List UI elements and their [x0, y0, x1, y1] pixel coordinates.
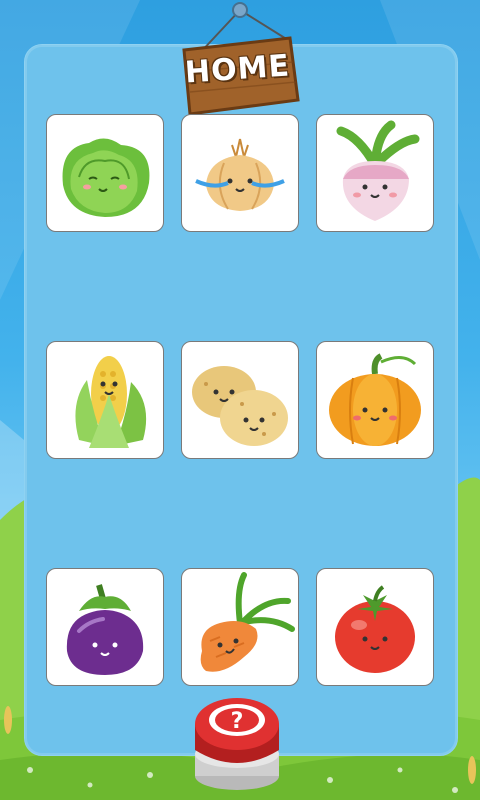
tomato-icon — [335, 585, 415, 673]
onion-icon — [195, 138, 285, 211]
cabbage-icon — [62, 138, 150, 217]
eggplant-icon — [66, 584, 144, 675]
card-eggplant[interactable] — [46, 568, 164, 686]
card-pumpkin[interactable] — [316, 341, 434, 459]
background-scene: HOME ? — [0, 0, 480, 800]
carrot-icon — [200, 572, 295, 672]
card-corn[interactable] — [46, 341, 164, 459]
turnip-icon — [336, 120, 420, 221]
card-potato[interactable] — [181, 341, 299, 459]
card-onion[interactable] — [181, 114, 299, 232]
home-title: HOME — [183, 48, 292, 91]
card-turnip[interactable] — [316, 114, 434, 232]
help-button[interactable]: ? — [178, 684, 296, 794]
card-tomato[interactable] — [316, 568, 434, 686]
potato-icon — [192, 366, 288, 446]
corn-icon — [75, 356, 147, 448]
card-carrot[interactable] — [181, 568, 299, 686]
card-cabbage[interactable] — [46, 114, 164, 232]
pumpkin-icon — [329, 353, 421, 446]
question-mark-icon: ? — [231, 709, 244, 734]
